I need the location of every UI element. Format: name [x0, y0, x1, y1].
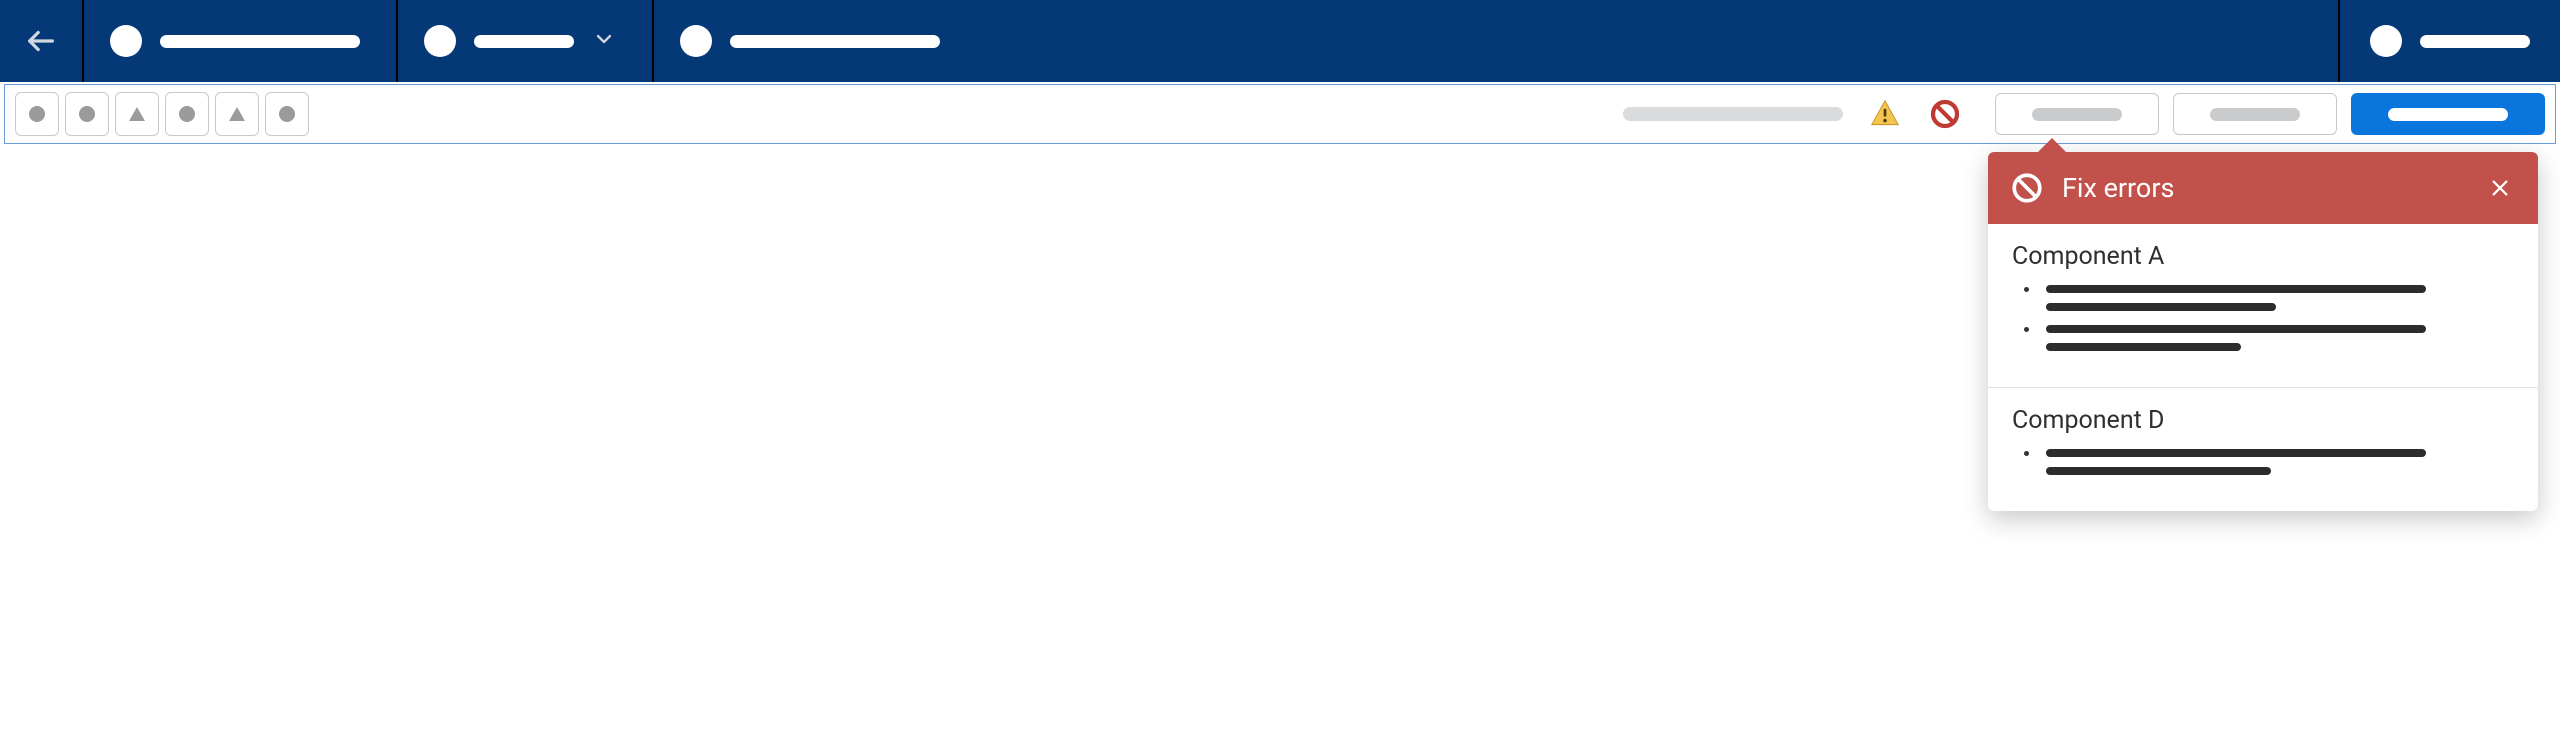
ban-icon [2010, 171, 2044, 205]
error-section: Component A [1988, 224, 2538, 387]
circle-icon [75, 102, 99, 126]
error-item[interactable] [2012, 325, 2514, 351]
error-icon[interactable] [1927, 96, 1963, 132]
tab-avatar [680, 25, 712, 57]
circle-icon [175, 102, 199, 126]
header-user-area[interactable] [2338, 0, 2560, 82]
header-tab-1[interactable] [396, 0, 652, 82]
toolbar-button-3[interactable] [165, 92, 209, 136]
toolbar-button-5[interactable] [265, 92, 309, 136]
error-text-line [2046, 325, 2426, 333]
popover-header: Fix errors [1988, 152, 2538, 224]
close-icon [2489, 177, 2511, 199]
header-spacer [976, 0, 2338, 82]
error-text-line [2046, 343, 2241, 351]
error-popover: Fix errors Component A Component D [1988, 152, 2538, 511]
popover-close-button[interactable] [2484, 172, 2516, 204]
error-section-heading: Component D [2012, 406, 2514, 435]
secondary-button-1[interactable] [1995, 93, 2159, 135]
error-section: Component D [1988, 387, 2538, 511]
toolbar-button-1[interactable] [65, 92, 109, 136]
global-header [0, 0, 2560, 82]
tab-label [160, 35, 360, 48]
toolbar-button-0[interactable] [15, 92, 59, 136]
secondary-button-2[interactable] [2173, 93, 2337, 135]
primary-button[interactable] [2351, 93, 2545, 135]
error-text-line [2046, 303, 2276, 311]
error-list [2012, 285, 2514, 351]
error-text-line [2046, 285, 2426, 293]
popover-title: Fix errors [2062, 172, 2466, 204]
back-button[interactable] [0, 0, 82, 82]
toolbar-button-4[interactable] [215, 92, 259, 136]
error-item[interactable] [2012, 449, 2514, 475]
header-tab-0[interactable] [82, 0, 396, 82]
circle-icon [275, 102, 299, 126]
triangle-icon [225, 102, 249, 126]
user-label [2420, 35, 2530, 48]
status-text [1623, 107, 1843, 121]
action-bar [4, 84, 2556, 144]
error-text-line [2046, 449, 2426, 457]
error-list [2012, 449, 2514, 475]
error-text-line [2046, 467, 2271, 475]
error-section-heading: Component A [2012, 242, 2514, 271]
triangle-icon [125, 102, 149, 126]
tab-avatar [424, 25, 456, 57]
warning-icon[interactable] [1867, 96, 1903, 132]
user-avatar [2370, 25, 2402, 57]
back-arrow-icon [24, 24, 58, 58]
chevron-down-icon [592, 27, 616, 55]
tab-label [730, 35, 940, 48]
circle-icon [25, 102, 49, 126]
error-item[interactable] [2012, 285, 2514, 311]
toolbar-button-2[interactable] [115, 92, 159, 136]
tab-label [474, 35, 574, 48]
tab-avatar [110, 25, 142, 57]
header-tab-2[interactable] [652, 0, 976, 82]
